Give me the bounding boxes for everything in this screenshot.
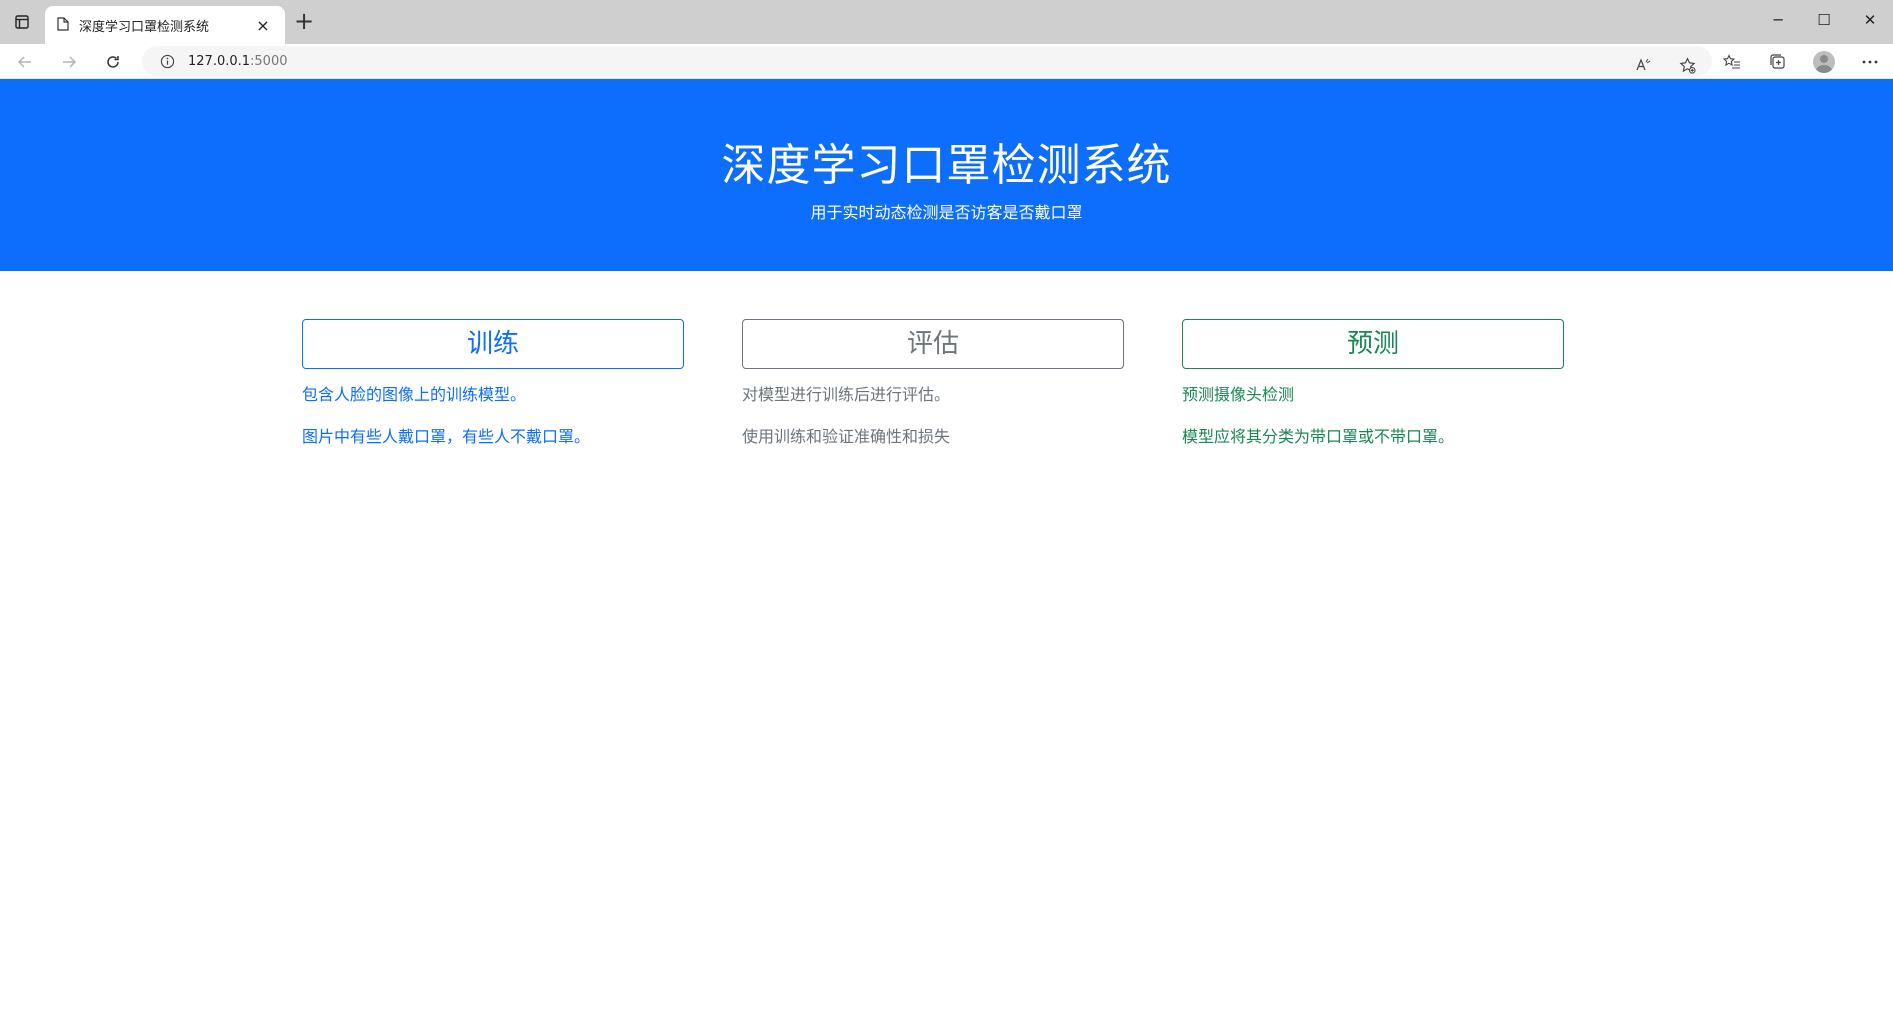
evaluate-description-2: 使用训练和验证准确性和损失 xyxy=(742,427,951,446)
new-tab-button[interactable]: + xyxy=(292,9,316,34)
url-text: 127.0.0.1:5000 xyxy=(188,54,288,69)
predict-description-1: 预测摄像头检测 xyxy=(1182,385,1295,404)
forward-arrow-icon[interactable] xyxy=(56,49,82,75)
evaluate-card: 评估 对模型进行训练后进行评估。 使用训练和验证准确性和损失 xyxy=(742,319,1124,447)
train-description-2: 图片中有些人戴口罩，有些人不戴口罩。 xyxy=(302,427,591,446)
page-icon xyxy=(57,16,69,35)
url-port: :5000 xyxy=(250,53,288,69)
site-info-icon[interactable] xyxy=(158,52,176,70)
add-favorite-icon[interactable] xyxy=(1674,52,1700,78)
collections-icon[interactable] xyxy=(1765,49,1791,75)
favorites-icon[interactable] xyxy=(1719,49,1745,75)
back-arrow-icon[interactable] xyxy=(12,49,38,75)
address-bar[interactable]: 127.0.0.1:5000 xyxy=(142,46,1712,76)
more-options-icon[interactable] xyxy=(1857,49,1883,75)
tab-close-icon[interactable]: × xyxy=(253,16,273,35)
page-subtitle: 用于实时动态检测是否访客是否戴口罩 xyxy=(810,203,1083,222)
predict-button[interactable]: 预测 xyxy=(1182,319,1564,369)
hero-banner: 深度学习口罩检测系统 用于实时动态检测是否访客是否戴口罩 xyxy=(0,79,1893,271)
profile-avatar[interactable] xyxy=(1811,49,1837,75)
read-aloud-icon[interactable] xyxy=(1630,52,1656,78)
tab-actions-icon[interactable] xyxy=(10,10,34,34)
maximize-icon[interactable]: ☐ xyxy=(1801,0,1847,40)
browser-toolbar: 127.0.0.1:5000 xyxy=(0,44,1893,79)
page-title: 深度学习口罩检测系统 xyxy=(721,140,1172,191)
train-card: 训练 包含人脸的图像上的训练模型。 图片中有些人戴口罩，有些人不戴口罩。 xyxy=(302,319,684,447)
refresh-icon[interactable] xyxy=(100,49,126,75)
browser-tab-active[interactable]: 深度学习口罩检测系统 × xyxy=(45,6,285,44)
minimize-icon[interactable]: ─ xyxy=(1755,0,1801,40)
predict-card: 预测 预测摄像头检测 模型应将其分类为带口罩或不带口罩。 xyxy=(1182,319,1564,447)
url-host: 127.0.0.1 xyxy=(188,53,251,69)
browser-tab-bar: 深度学习口罩检测系统 × + ─ ☐ ✕ xyxy=(0,0,1893,44)
evaluate-button[interactable]: 评估 xyxy=(742,319,1124,369)
avatar-icon xyxy=(1813,51,1835,73)
train-button[interactable]: 训练 xyxy=(302,319,684,369)
evaluate-description-1: 对模型进行训练后进行评估。 xyxy=(742,385,951,404)
window-controls: ─ ☐ ✕ xyxy=(1755,0,1893,40)
predict-description-2: 模型应将其分类为带口罩或不带口罩。 xyxy=(1182,427,1455,446)
train-description-1: 包含人脸的图像上的训练模型。 xyxy=(302,385,527,404)
tab-title: 深度学习口罩检测系统 xyxy=(79,19,210,35)
close-window-icon[interactable]: ✕ xyxy=(1847,0,1893,40)
feature-cards: 训练 包含人脸的图像上的训练模型。 图片中有些人戴口罩，有些人不戴口罩。 评估 … xyxy=(0,271,1893,571)
